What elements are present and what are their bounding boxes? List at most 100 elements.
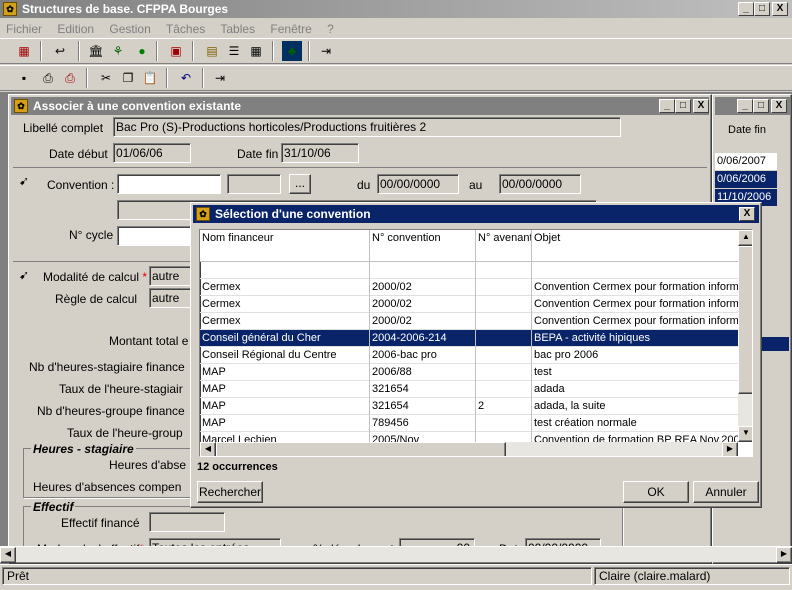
logout-icon[interactable]: ⇥ [316, 41, 336, 61]
grid-scroll-up-button[interactable]: ▲ [738, 230, 752, 246]
cell-financeur: MAP [200, 415, 370, 432]
table-row[interactable]: MAP 2006/88 test [200, 364, 738, 381]
toolbar-main: ▦ ↩ 🏛 ⚘ ● ▣ ▤ ☰ ▦ ♣ ⇥ [0, 38, 792, 64]
network-icon[interactable]: ⚘ [108, 41, 128, 61]
toolbar-separator [202, 68, 204, 88]
menu-fenetre[interactable]: Fenêtre [270, 22, 311, 36]
back-minimize-button[interactable]: _ [737, 99, 753, 113]
grid-header: Nom financeur N° convention N° avenant O… [200, 230, 738, 262]
effectif-finance-label: Effectif financé [61, 516, 140, 530]
menu-tables[interactable]: Tables [220, 22, 255, 36]
main-hscrollbar[interactable]: ◀ ▶ [0, 546, 792, 563]
status-user-text: Claire (claire.malard) [599, 569, 711, 583]
toolbar-edit: ▪ ⎙ ⎙ ✂ ❐ 📋 ↶ ⇥ [0, 65, 792, 91]
menu-help[interactable]: ? [327, 22, 334, 36]
taux-heure-stagiaire-label: Taux de l'heure-stagiair [59, 382, 183, 396]
grid-hscroll-thumb[interactable] [216, 442, 506, 456]
pin-icon[interactable]: ➹ [19, 174, 29, 188]
table-row[interactable]: Cermex 2000/02 Convention Cermex pour form… [200, 313, 738, 330]
col-objet[interactable]: Objet [532, 230, 738, 262]
grid-vscrollbar[interactable]: ▲ ▼ [738, 230, 752, 442]
grid-scroll-down-button[interactable]: ▼ [738, 426, 752, 442]
col-num-avenant[interactable]: N° avenant [476, 230, 532, 262]
back-grid-row[interactable]: 0/06/2007 [715, 153, 777, 170]
back-col-header: Date fin [728, 124, 766, 136]
save-icon[interactable]: ▪ [14, 68, 34, 88]
assoc-window-titlebar: ✿ Associer à une convention existante _ … [11, 97, 709, 115]
menu-edition[interactable]: Edition [57, 22, 94, 36]
bank-icon[interactable]: 🏛 [86, 41, 106, 61]
pin-icon[interactable]: ➹ [19, 268, 29, 282]
maximize-button[interactable]: □ [754, 2, 770, 16]
ok-button[interactable]: OK [623, 481, 689, 503]
logout-icon[interactable]: ⇥ [210, 68, 230, 88]
scroll-right-button[interactable]: ▶ [776, 547, 792, 563]
cell-convention: 321654 [370, 398, 476, 415]
browse-button[interactable]: ... [289, 174, 311, 194]
cancel-button[interactable]: Annuler [693, 481, 759, 503]
stats-chart-icon[interactable]: ▦ [14, 41, 34, 61]
close-button[interactable]: X [772, 2, 788, 16]
du-field: 00/00/0000 [377, 174, 459, 194]
menu-gestion[interactable]: Gestion [109, 22, 150, 36]
col-nom-financeur[interactable]: Nom financeur [200, 230, 370, 262]
grid-hscrollbar[interactable]: ◀ ▶ [200, 442, 738, 456]
cell-avenant: 2 [476, 398, 532, 415]
status-left: Prêt [2, 567, 592, 585]
modalite-label-text: Modalité de calcul [43, 270, 140, 284]
back-maximize-button[interactable]: □ [753, 99, 769, 113]
selection-dialog: ✿ Sélection d'une convention X Nom finan… [190, 202, 762, 508]
cell-financeur [200, 262, 370, 279]
cell-objet: adada, la suite [534, 400, 606, 412]
print-preview-icon[interactable]: ⎙ [38, 68, 58, 88]
col-num-convention[interactable]: N° convention [370, 230, 476, 262]
app-logo-icon: ✿ [3, 2, 17, 16]
paste-icon[interactable]: 📋 [140, 68, 160, 88]
cut-icon[interactable]: ✂ [96, 68, 116, 88]
search-button[interactable]: Rechercher [197, 481, 263, 503]
menu-taches[interactable]: Tâches [166, 22, 205, 36]
undo-icon[interactable]: ↶ [176, 68, 196, 88]
document-list-icon[interactable]: ☰ [224, 41, 244, 61]
calendar-icon[interactable]: ▣ [166, 41, 186, 61]
table-row[interactable]: Conseil Régional du Centre 2006-bac pro ba… [200, 347, 738, 364]
date-fin-field: 31/10/06 [281, 143, 359, 163]
print-icon[interactable]: ⎙ [60, 68, 80, 88]
menu-fichier[interactable]: Fichier [6, 22, 42, 36]
du-label: du [357, 178, 371, 192]
back-close-button[interactable]: X [771, 99, 787, 113]
table-row[interactable]: MAP 321654 2 adada, la suite [200, 398, 738, 415]
tree-icon[interactable]: ♣ [282, 41, 302, 61]
globe-icon[interactable]: ● [132, 41, 152, 61]
grid-scroll-left-button[interactable]: ◀ [200, 442, 216, 456]
dialog-close-button[interactable]: X [739, 207, 755, 221]
table-row[interactable]: Conseil général du Cher 2004-2006-214 BEPA… [200, 330, 738, 347]
assoc-close-button[interactable]: X [693, 99, 709, 113]
grid-scroll-thumb[interactable] [738, 246, 752, 394]
exit-door-icon[interactable]: ↩ [50, 41, 70, 61]
grid-scroll-right-button[interactable]: ▶ [722, 442, 738, 456]
table-grid-icon[interactable]: ▦ [246, 41, 266, 61]
occurrence-count: 12 occurrences [197, 461, 278, 473]
copy-icon[interactable]: ❐ [118, 68, 138, 88]
address-book-icon[interactable]: ▤ [202, 41, 222, 61]
cell-objet: test création normale [534, 417, 637, 429]
assoc-minimize-button[interactable]: _ [659, 99, 675, 113]
back-grid-row[interactable]: 0/06/2006 [715, 171, 777, 188]
table-row[interactable]: MAP 789456 test création normale [200, 415, 738, 432]
convention-grid: Nom financeur N° convention N° avenant O… [199, 229, 753, 457]
regle-field[interactable]: autre [149, 288, 193, 308]
back-row-date: 0/06/2006 [717, 173, 766, 185]
table-row[interactable] [200, 262, 738, 279]
assoc-maximize-button[interactable]: □ [675, 99, 691, 113]
cell-convention: 321654 [370, 381, 476, 398]
table-row[interactable]: MAP 321654 adada [200, 381, 738, 398]
table-row[interactable]: Cermex 2000/02 Convention Cermex pour form… [200, 296, 738, 313]
cell-convention: 2004-2006-214 [370, 330, 476, 347]
cell-financeur: Cermex [200, 313, 370, 330]
convention-input[interactable] [117, 174, 221, 194]
table-row[interactable]: Cermex 2000/02 Convention Cermex pour form… [200, 279, 738, 296]
minimize-button[interactable]: _ [738, 2, 754, 16]
scroll-left-button[interactable]: ◀ [0, 547, 16, 563]
modalite-field[interactable]: autre [149, 266, 193, 286]
